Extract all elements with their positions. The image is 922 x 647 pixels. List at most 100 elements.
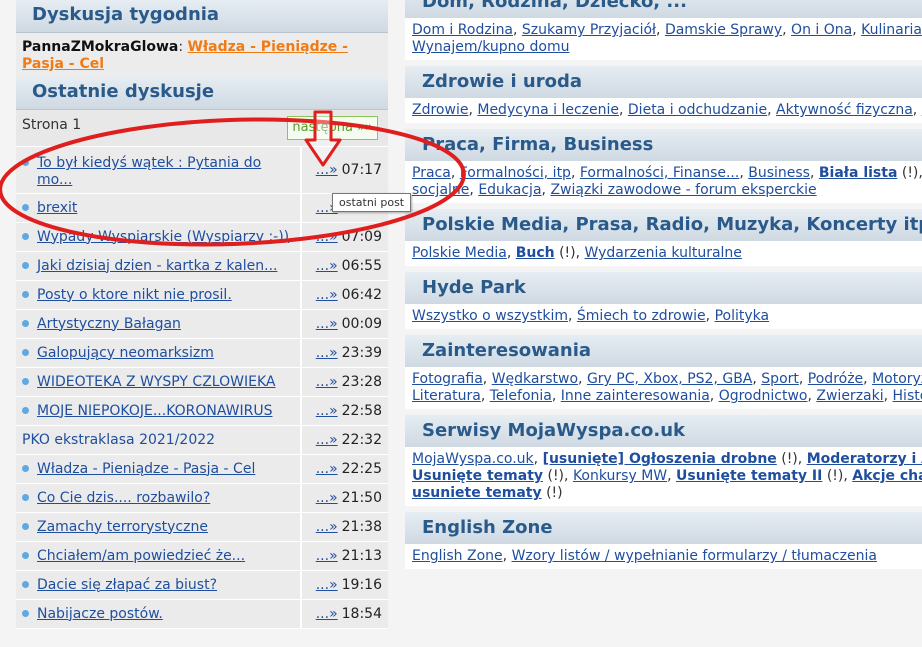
category-title[interactable]: Polskie Media, Prasa, Radio, Muzyka, Kon… bbox=[405, 209, 922, 241]
forum-link[interactable]: MojaWyspa.co.uk bbox=[412, 451, 534, 467]
last-post-link[interactable]: ...» bbox=[316, 461, 338, 477]
forum-link[interactable]: Praca bbox=[412, 165, 451, 181]
last-post-link[interactable]: ...» bbox=[316, 258, 338, 274]
forum-link[interactable]: Moderatorzy i Administracja bbox=[807, 451, 922, 467]
right-column: Dom, Rodzina, Dziecko, ... Dom i Rodzina,… bbox=[405, 0, 922, 633]
topic-title-cell: Dacie się złapać za biust? bbox=[16, 571, 302, 599]
forum-link[interactable]: Zwierzaki bbox=[816, 388, 883, 404]
topic-link[interactable]: Dacie się złapać za biust? bbox=[37, 577, 217, 594]
forum-link[interactable]: Wędkarstwo bbox=[492, 371, 578, 387]
forum-link[interactable]: Biała lista bbox=[819, 165, 898, 181]
forum-link[interactable]: Ogrodnictwo bbox=[719, 388, 808, 404]
category-title[interactable]: Zainteresowania bbox=[405, 335, 922, 367]
topic-title-cell: Co Cie dzis.... rozbawilo? bbox=[16, 484, 302, 512]
last-post-link[interactable]: ...» bbox=[316, 519, 338, 535]
forum-link[interactable]: Podróże bbox=[808, 371, 863, 387]
last-post-link[interactable]: ...» bbox=[316, 606, 338, 622]
forum-link[interactable]: Buch bbox=[516, 245, 555, 261]
forum-link[interactable]: Zdrowie bbox=[412, 102, 468, 118]
forum-link[interactable]: Wydarzenia kulturalne bbox=[585, 245, 742, 261]
forum-link[interactable]: Wszystko o wszystkim bbox=[412, 308, 568, 324]
forum-link[interactable]: On i Ona bbox=[791, 22, 852, 38]
topic-title-cell: Jaki dzisiaj dzien - kartka z kalen... bbox=[16, 252, 302, 280]
forum-link[interactable]: Aktywność fizyczna bbox=[776, 102, 913, 118]
forum-link[interactable]: Fotografia bbox=[412, 371, 483, 387]
forum-link[interactable]: Gry PC, Xbox, PS2, GBA bbox=[587, 371, 752, 387]
forum-link[interactable]: Śmiech to zdrowie bbox=[577, 308, 706, 324]
forum-link[interactable]: Formalności, Finanse... bbox=[580, 165, 739, 181]
forum-link[interactable]: Edukacja bbox=[478, 182, 541, 198]
next-page-button[interactable]: następna »» bbox=[287, 116, 378, 140]
forum-flag: (!) bbox=[901, 165, 919, 181]
forum-link[interactable]: Konkursy MW bbox=[573, 468, 667, 484]
forum-link[interactable]: Dieta i odchudzanie bbox=[628, 102, 767, 118]
last-post-link[interactable]: ...» bbox=[316, 403, 338, 419]
topic-link[interactable]: Artystyczny Bałagan bbox=[37, 316, 181, 333]
forum-link[interactable]: Business bbox=[748, 165, 810, 181]
forum-link[interactable]: usuniete tematy bbox=[412, 485, 542, 501]
topic-link[interactable]: PKO ekstraklasa 2021/2022 bbox=[22, 432, 215, 449]
forum-flag: (!) bbox=[547, 468, 565, 484]
topic-link[interactable]: To był kiedyś wątek : Pytania do mo... bbox=[37, 155, 300, 189]
forum-link[interactable]: [usunięte] Ogłoszenia drobne bbox=[543, 451, 777, 467]
topic-link[interactable]: brexit bbox=[37, 200, 77, 217]
forum-link[interactable]: Szukamy Przyjaciół bbox=[522, 22, 656, 38]
category-title[interactable]: Dom, Rodzina, Dziecko, ... bbox=[405, 0, 922, 18]
forum-link[interactable]: Dom i Rodzina bbox=[412, 22, 513, 38]
last-post-link[interactable]: ...» bbox=[316, 432, 338, 448]
forum-link[interactable]: Polityka bbox=[715, 308, 770, 324]
category-title[interactable]: Praca, Firma, Business bbox=[405, 129, 922, 161]
last-post-link[interactable]: ...» bbox=[316, 316, 338, 332]
forum-link[interactable]: Historia bbox=[893, 388, 922, 404]
forum-link[interactable]: Usunięte tematy bbox=[412, 468, 543, 484]
category-title[interactable]: Serwisy MojaWyspa.co.uk bbox=[405, 415, 922, 447]
topic-link[interactable]: Zamachy terrorystyczne bbox=[37, 519, 208, 536]
forum-link[interactable]: Usunięte tematy II bbox=[676, 468, 822, 484]
forum-link[interactable]: Sport bbox=[761, 371, 799, 387]
forum-flag: (!) bbox=[559, 245, 576, 261]
category-title[interactable]: English Zone bbox=[405, 512, 922, 544]
forum-link[interactable]: Inne zainteresowania bbox=[561, 388, 710, 404]
forum-link[interactable]: Formalności, itp bbox=[460, 165, 571, 181]
forum-link[interactable]: Medycyna i leczenie bbox=[477, 102, 619, 118]
forum-link[interactable]: Kulinaria bbox=[861, 22, 922, 38]
category-links-line: Wynajem/kupno domu bbox=[412, 39, 915, 56]
forum-link[interactable]: English Zone bbox=[412, 548, 503, 564]
forum-link[interactable]: Związki zawodowe - forum eksperckie bbox=[550, 182, 816, 198]
last-post-link[interactable]: ...» bbox=[316, 374, 338, 390]
topic-link[interactable]: WIDEOTEKA Z WYSPY CZLOWIEKA bbox=[37, 374, 275, 391]
topic-link[interactable]: Władza - Pieniądze - Pasja - Cel bbox=[37, 461, 255, 478]
last-post-link[interactable]: ...» bbox=[316, 229, 338, 245]
forum-link[interactable]: Wynajem/kupno domu bbox=[412, 39, 569, 55]
forum-link[interactable]: Motoryzacja bbox=[872, 371, 922, 387]
topic-link[interactable]: Posty o ktore nikt nie prosil. bbox=[37, 287, 232, 304]
forum-link[interactable]: socjalne bbox=[412, 182, 469, 198]
last-post-link[interactable]: ...» bbox=[316, 345, 338, 361]
last-post-link[interactable]: ...» bbox=[316, 548, 338, 564]
last-post-link[interactable]: ...» bbox=[316, 490, 338, 506]
topic-link[interactable]: Galopujący neomarksizm bbox=[37, 345, 214, 362]
last-post-link[interactable]: ...» bbox=[316, 162, 338, 178]
topic-link[interactable]: Jaki dzisiaj dzien - kartka z kalen... bbox=[37, 258, 278, 275]
last-post-link[interactable]: ...» bbox=[316, 287, 338, 303]
forum-link[interactable]: Polskie Media bbox=[412, 245, 507, 261]
topic-link[interactable]: Co Cie dzis.... rozbawilo? bbox=[37, 490, 210, 507]
topic-title-cell: Władza - Pieniądze - Pasja - Cel bbox=[16, 455, 302, 483]
weekly-author: PannaZMokraGlowa bbox=[22, 39, 179, 55]
topic-link[interactable]: Nabijacze postów. bbox=[37, 606, 163, 623]
last-post-link[interactable]: ...» bbox=[316, 577, 338, 593]
forum-link[interactable]: Damskie Sprawy bbox=[665, 22, 782, 38]
topic-link[interactable]: MOJE NIEPOKOJE...KORONAWIRUS bbox=[37, 403, 273, 420]
category-title[interactable]: Zdrowie i uroda bbox=[405, 66, 922, 98]
forum-link[interactable]: Literatura bbox=[412, 388, 481, 404]
topic-link[interactable]: Chciałem/am powiedzieć że... bbox=[37, 548, 245, 565]
last-post-time: 07:09 bbox=[341, 229, 382, 245]
forum-link[interactable]: Akcje charytatywne bbox=[852, 468, 922, 484]
category-links: Polskie Media, Buch (!), Wydarzenia kult… bbox=[405, 241, 922, 266]
topic-link[interactable]: Wypady Wyspiarskie (Wyspiarzy ;-)) bbox=[37, 229, 289, 246]
last-post-time: 21:13 bbox=[341, 548, 382, 564]
forum-link[interactable]: Telefonia bbox=[490, 388, 552, 404]
page-label: Strona 1 bbox=[22, 117, 82, 133]
forum-link[interactable]: Wzory listów / wypełnianie formularzy / … bbox=[512, 548, 877, 564]
category-title[interactable]: Hyde Park bbox=[405, 272, 922, 304]
